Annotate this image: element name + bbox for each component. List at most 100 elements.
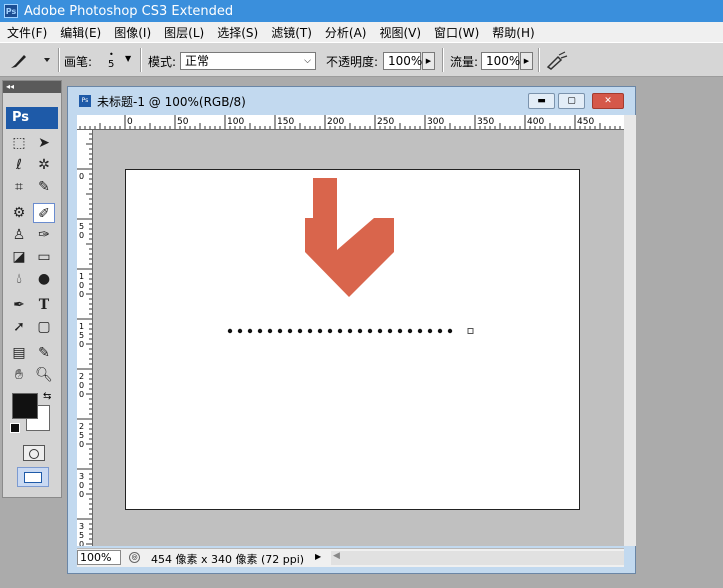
menu-select[interactable]: 选择(S): [210, 24, 264, 41]
foreground-color-swatch[interactable]: [12, 393, 38, 419]
slice-icon[interactable]: ✎: [33, 177, 55, 197]
brush-dot: [307, 328, 313, 334]
eraser-icon[interactable]: ◪: [8, 247, 30, 267]
vertical-ruler-ticks: 0 5 0 1 0 0 1 5 0 2 0 0 2 5 0 3 0 0 3 5 0: [77, 133, 92, 546]
toolbox-panel: ◂◂ Ps ⬚ ➤ ℓ ✲ ⌗ ✎ ⚙ ✐ ♙ ✑ ◪ ▭ 💧︎ ● ✒ T ➚…: [2, 80, 62, 498]
dodge-icon[interactable]: ●: [33, 269, 55, 289]
document-title: 未标题-1 @ 100%(RGB/8): [97, 95, 246, 109]
screen-mode-icon: [24, 472, 42, 483]
airbrush-toggle[interactable]: [544, 49, 570, 71]
rectangular-marquee-icon[interactable]: ⬚: [8, 133, 30, 153]
menu-window[interactable]: 窗口(W): [427, 24, 485, 41]
ruler-label: 250: [377, 117, 394, 127]
close-button[interactable]: ✕: [592, 93, 624, 109]
history-brush-icon[interactable]: ✑: [33, 225, 55, 245]
menu-filter[interactable]: 滤镜(T): [264, 24, 318, 41]
ruler-label: 150: [277, 117, 294, 127]
minimize-button[interactable]: ▬: [528, 93, 555, 109]
zoom-level-field[interactable]: 100%: [77, 550, 121, 565]
horizontal-ruler[interactable]: 0 50 100 150 200 250 300 350 400 450: [77, 115, 624, 130]
brush-preset-icon: [11, 55, 50, 68]
vertical-scrollbar[interactable]: [624, 115, 636, 546]
ruler-label: 200: [79, 372, 84, 399]
swap-colors-icon[interactable]: ⇆: [43, 391, 51, 402]
ruler-label: 400: [527, 117, 544, 127]
quick-mask-button[interactable]: [23, 445, 45, 461]
brush-cursor-square: [467, 328, 474, 334]
magic-wand-icon[interactable]: ✲: [33, 155, 55, 175]
brush-dot: [437, 328, 443, 334]
flow-input[interactable]: 100%: [481, 52, 520, 70]
title-bar: Ps Adobe Photoshop CS3 Extended: [0, 0, 723, 22]
blur-icon[interactable]: 💧︎: [8, 269, 30, 289]
brush-dot: [337, 328, 343, 334]
brush-dot: [377, 328, 383, 334]
horizontal-scrollbar[interactable]: ◀: [331, 551, 624, 565]
menu-file[interactable]: 文件(F): [0, 24, 53, 41]
screen-mode-button[interactable]: [17, 467, 49, 487]
scroll-left-icon[interactable]: ◀: [333, 551, 340, 561]
ruler-label: 350: [477, 117, 494, 127]
ruler-label: 50: [79, 222, 84, 240]
default-colors-icon[interactable]: [10, 423, 20, 433]
ps-logo[interactable]: Ps: [6, 107, 58, 129]
canvas-artwork: [227, 178, 474, 334]
brush-dot: [407, 328, 413, 334]
move-icon[interactable]: ➤: [33, 133, 55, 153]
brush-dot: [347, 328, 353, 334]
menu-bar: 文件(F) 编辑(E) 图像(I) 图层(L) 选择(S) 滤镜(T) 分析(A…: [0, 22, 723, 42]
canvas-area[interactable]: [93, 130, 624, 546]
brush-size-picker[interactable]: • 5 ▼: [103, 49, 135, 73]
menu-view[interactable]: 视图(V): [372, 24, 427, 41]
zoom-icon[interactable]: 🔍︎: [33, 365, 55, 385]
menu-image[interactable]: 图像(I): [107, 24, 157, 41]
opacity-input[interactable]: 100%: [383, 52, 422, 70]
status-bar: 100% ◎ 454 像素 x 340 像素 (72 ppi) ▶ ◀: [77, 548, 624, 567]
document-canvas[interactable]: [125, 169, 580, 510]
brush-dot: [317, 328, 323, 334]
tool-preset-picker[interactable]: [8, 49, 56, 71]
brush-dot: [327, 328, 333, 334]
gradient-icon[interactable]: ▭: [33, 247, 55, 267]
brush-dot: [357, 328, 363, 334]
maximize-button[interactable]: ▢: [558, 93, 585, 109]
menu-analysis[interactable]: 分析(A): [318, 24, 373, 41]
ruler-label: 100: [79, 272, 84, 299]
toolbox-header[interactable]: ◂◂: [3, 81, 61, 93]
brush-dot: [257, 328, 263, 334]
document-titlebar[interactable]: Ps 未标题-1 @ 100%(RGB/8) ▬ ▢ ✕: [68, 87, 635, 115]
type-icon[interactable]: T: [33, 295, 55, 315]
path-selection-icon[interactable]: ➚: [8, 317, 30, 337]
document-size-info: 454 像素 x 340 像素 (72 ppi): [151, 553, 305, 566]
menu-layer[interactable]: 图层(L): [157, 24, 210, 41]
brush-dot: [277, 328, 283, 334]
clone-stamp-icon[interactable]: ♙: [8, 225, 30, 245]
ruler-label: 200: [327, 117, 344, 127]
mode-select[interactable]: 正常 ⌵: [180, 52, 316, 70]
pen-icon[interactable]: ✒: [8, 295, 30, 315]
brush-dot: [247, 328, 253, 334]
ruler-label: 0: [79, 172, 84, 181]
brush-dot: [227, 328, 233, 334]
brush-icon[interactable]: ✐: [33, 203, 55, 223]
airbrush-icon: [546, 51, 568, 70]
shape-icon[interactable]: ▢: [33, 317, 55, 337]
brush-dot: [387, 328, 393, 334]
notes-icon[interactable]: ▤: [8, 343, 30, 363]
ruler-label: 150: [79, 322, 84, 349]
lasso-icon[interactable]: ℓ: [8, 155, 30, 175]
vertical-ruler[interactable]: 0 50 100 150 200 250 300 350: [77, 130, 93, 546]
flow-slider-button[interactable]: ▶: [520, 52, 533, 70]
menu-help[interactable]: 帮助(H): [485, 24, 540, 41]
hand-icon[interactable]: ✋︎: [8, 365, 30, 385]
crop-icon[interactable]: ⌗: [8, 177, 30, 197]
brush-dot: [287, 328, 293, 334]
menu-edit[interactable]: 编辑(E): [53, 24, 107, 41]
quick-mask-icon: [29, 449, 39, 459]
status-info-icon[interactable]: ◎: [129, 552, 140, 563]
options-bar: 画笔: • 5 ▼ 模式: 正常 ⌵ 不透明度: 100% ▶ 流量: 100%…: [0, 42, 723, 77]
eyedropper-icon[interactable]: ✎: [33, 343, 55, 363]
status-menu-arrow-icon[interactable]: ▶: [315, 552, 321, 561]
opacity-slider-button[interactable]: ▶: [422, 52, 435, 70]
healing-brush-icon[interactable]: ⚙: [8, 203, 30, 223]
